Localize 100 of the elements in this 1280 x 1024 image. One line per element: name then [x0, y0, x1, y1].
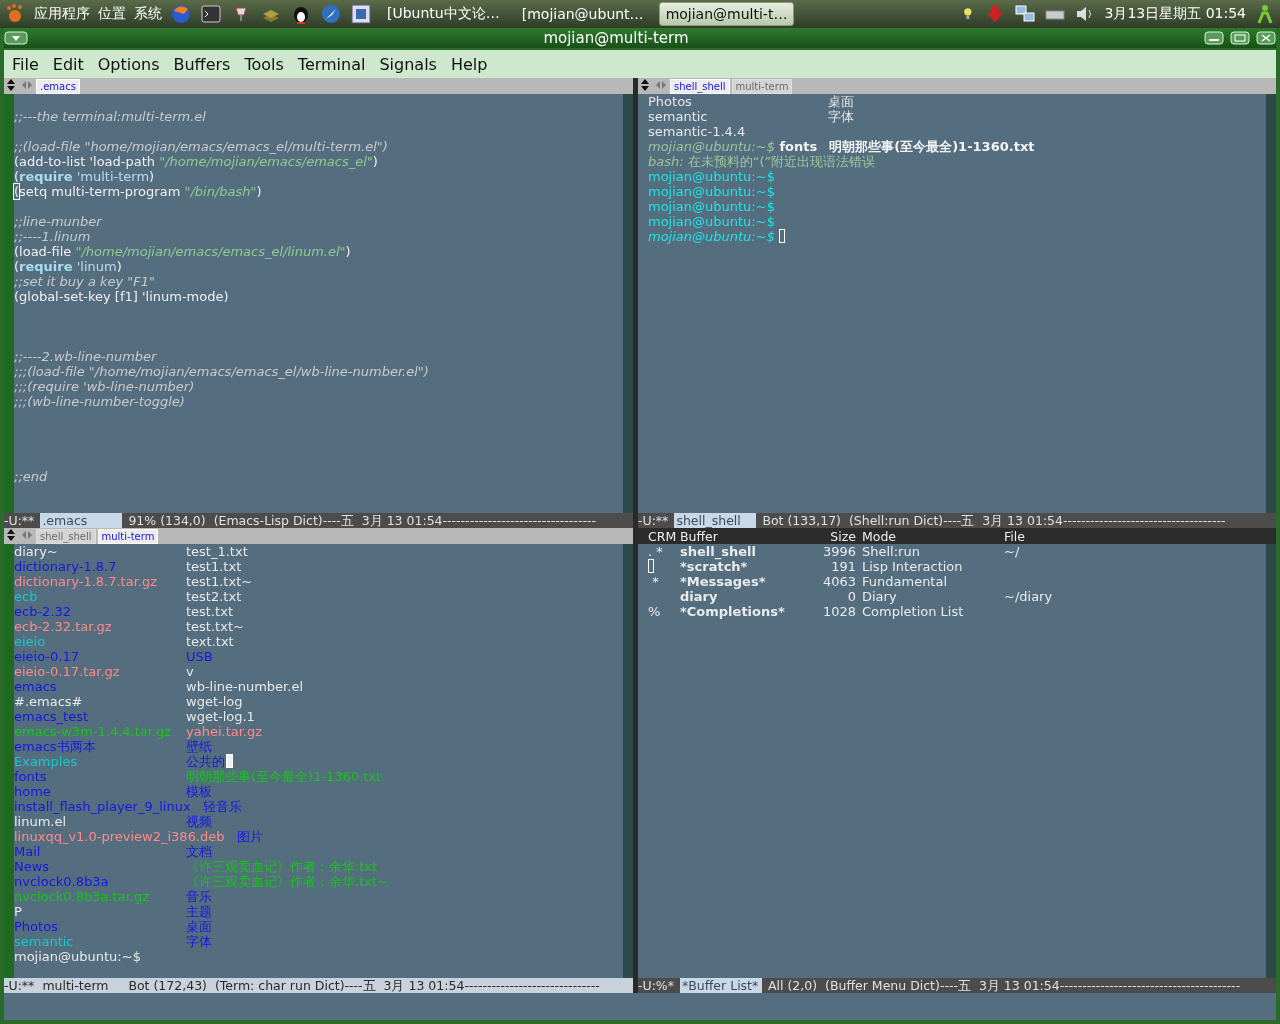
menu-item[interactable]: Buffers: [173, 54, 231, 74]
buffer-tab[interactable]: multi-term: [731, 79, 793, 94]
terminal-text: mojian@ubuntu:~$: [648, 199, 775, 214]
file-name: 《许三观卖血记》作者：余华.txt~: [186, 874, 388, 889]
column-header: Mode: [862, 528, 898, 544]
file-name: 音乐: [186, 889, 212, 904]
file-name: home: [14, 784, 51, 799]
code-text: require: [19, 169, 73, 184]
file-name: 字体: [186, 934, 212, 949]
taskbar-button[interactable]: [Ubuntu中文论…: [380, 2, 507, 26]
close-icon[interactable]: [1256, 31, 1276, 45]
terminal-text: mojian@ubuntu:~$: [648, 169, 775, 184]
code-text: "/home/mojian/emacs/emacs_el/linum.el": [75, 244, 346, 259]
code-text: (load-file: [14, 244, 73, 259]
mode-line-buffer-name: *Buffer List*: [680, 978, 762, 993]
mode-line-position: Bot (172,43): [128, 978, 208, 993]
file-name: 《许三观卖血记》作者：余华.txt: [186, 859, 378, 874]
buffer-file: ~/: [1004, 544, 1021, 559]
menu-item[interactable]: Terminal: [297, 54, 366, 74]
buffer-tab[interactable]: shell_shell: [36, 529, 96, 544]
code-text: (: [14, 169, 20, 184]
file-name: 模板: [186, 784, 212, 799]
code-text: "/home/mojian/emacs/emacs_el": [159, 154, 373, 169]
terminal-text: mojian@ubuntu:~$: [648, 139, 775, 154]
window-title: mojian@multi-term: [542, 29, 690, 47]
buffer-mode: Completion List: [862, 604, 965, 619]
file-name: emacs书两本: [14, 739, 96, 754]
window-menu-icon[interactable]: [4, 31, 28, 45]
menu-item[interactable]: Options: [97, 54, 160, 74]
file-name: 壁纸: [186, 739, 212, 754]
terminal-text: mojian@ubuntu:~$: [648, 229, 776, 244]
mode-line-buffer-name: shell_shell: [674, 513, 757, 528]
globe-icon[interactable]: [170, 3, 192, 25]
minimize-icon[interactable]: [1204, 31, 1224, 45]
buffer-flags: %: [648, 604, 661, 619]
scroll-arrows-icon[interactable]: [6, 528, 34, 542]
panel-menu[interactable]: 应用程序: [34, 5, 90, 23]
mode-line-modes: (Emacs-Lisp Dict)----五 3月 13 01:54: [213, 513, 443, 528]
file-name: dictionary-1.8.7: [14, 559, 117, 574]
buffer-name[interactable]: *Completions*: [680, 604, 804, 619]
scroll-arrows-icon[interactable]: [6, 78, 34, 92]
code-text: ;;----2.wb-line-number: [14, 349, 157, 364]
code-text: ): [149, 169, 155, 184]
clock[interactable]: 3月13日星期五 01:54: [1104, 5, 1246, 23]
code-text: (: [14, 184, 20, 199]
buffer-size: 4063: [821, 574, 856, 589]
buffer-name[interactable]: shell_shell: [680, 544, 804, 559]
file-name: News: [14, 859, 50, 874]
buffer-mode: Diary: [862, 589, 898, 604]
mode-line-modes: (Term: char run Dict)----五 3月 13 01:54: [214, 978, 465, 993]
file-name: 视频: [186, 814, 212, 829]
file-name: 公共的: [186, 754, 225, 769]
scroll-arrows-icon[interactable]: [640, 78, 668, 92]
column-header: File: [1004, 528, 1026, 544]
mode-line-status: -U:**: [4, 978, 35, 993]
menu-item[interactable]: Help: [450, 54, 488, 74]
code-text: 'linum: [75, 259, 117, 274]
buffer-name[interactable]: diary: [680, 589, 804, 604]
panel-menu[interactable]: 系统: [134, 5, 162, 23]
panel-menu[interactable]: 位置: [98, 5, 126, 23]
buffer-size: 3996: [821, 544, 856, 559]
workspace-icon[interactable]: [350, 3, 372, 25]
buffer-size: 0: [846, 589, 856, 604]
terminal-icon[interactable]: [200, 3, 222, 25]
network-icon[interactable]: [1014, 3, 1037, 25]
menu-item[interactable]: Signals: [379, 54, 437, 74]
file-name: diary~: [14, 544, 58, 559]
file-name: ecb: [14, 589, 38, 604]
menu-item[interactable]: File: [12, 54, 39, 74]
compass-icon[interactable]: [320, 3, 342, 25]
buffer-mode: Shell:run: [862, 544, 921, 559]
file-name: 文档: [186, 844, 212, 859]
buffer-tab[interactable]: multi-term: [97, 529, 159, 544]
file-name: linum.el: [14, 814, 67, 829]
menu-item[interactable]: Tools: [244, 54, 284, 74]
file-name: eieio-0.17.tar.gz: [14, 664, 120, 679]
file-name: ecb-2.32.tar.gz: [14, 619, 112, 634]
buffer-name[interactable]: *scratch*: [680, 559, 804, 576]
buffer-tab[interactable]: .emacs: [36, 79, 80, 94]
menu-item[interactable]: Edit: [52, 54, 84, 74]
buffer-mode: Lisp Interaction: [862, 559, 964, 576]
file-name: install_flash_player_9_linux: [14, 799, 191, 814]
terminal-text: 字体: [828, 109, 854, 124]
code-text: ): [372, 154, 378, 169]
file-name: USB: [186, 649, 213, 664]
file-name: fonts: [14, 769, 47, 784]
terminal-text: fonts: [778, 139, 818, 154]
taskbar-button[interactable]: mojian@multi-t…: [658, 2, 795, 26]
buffer-name[interactable]: *Messages*: [680, 574, 804, 589]
file-name: test.txt: [186, 604, 233, 619]
mode-line-position: 91% (134,0): [128, 513, 207, 528]
maximize-icon[interactable]: [1230, 31, 1250, 45]
mode-line-modes: (Buffer Menu Dict)----五 3月 13 01:54: [825, 978, 1060, 993]
file-name: 主题: [186, 904, 212, 919]
code-text: ;;---the terminal:multi-term.el: [14, 109, 206, 124]
taskbar-button[interactable]: [mojian@ubunt…: [514, 2, 651, 26]
mode-line-fill: ------------------------------------: [1063, 513, 1226, 528]
shell-prompt: mojian@ubuntu:~$: [14, 949, 141, 964]
column-header: Size: [829, 528, 856, 544]
buffer-tab[interactable]: shell_shell: [670, 79, 730, 94]
